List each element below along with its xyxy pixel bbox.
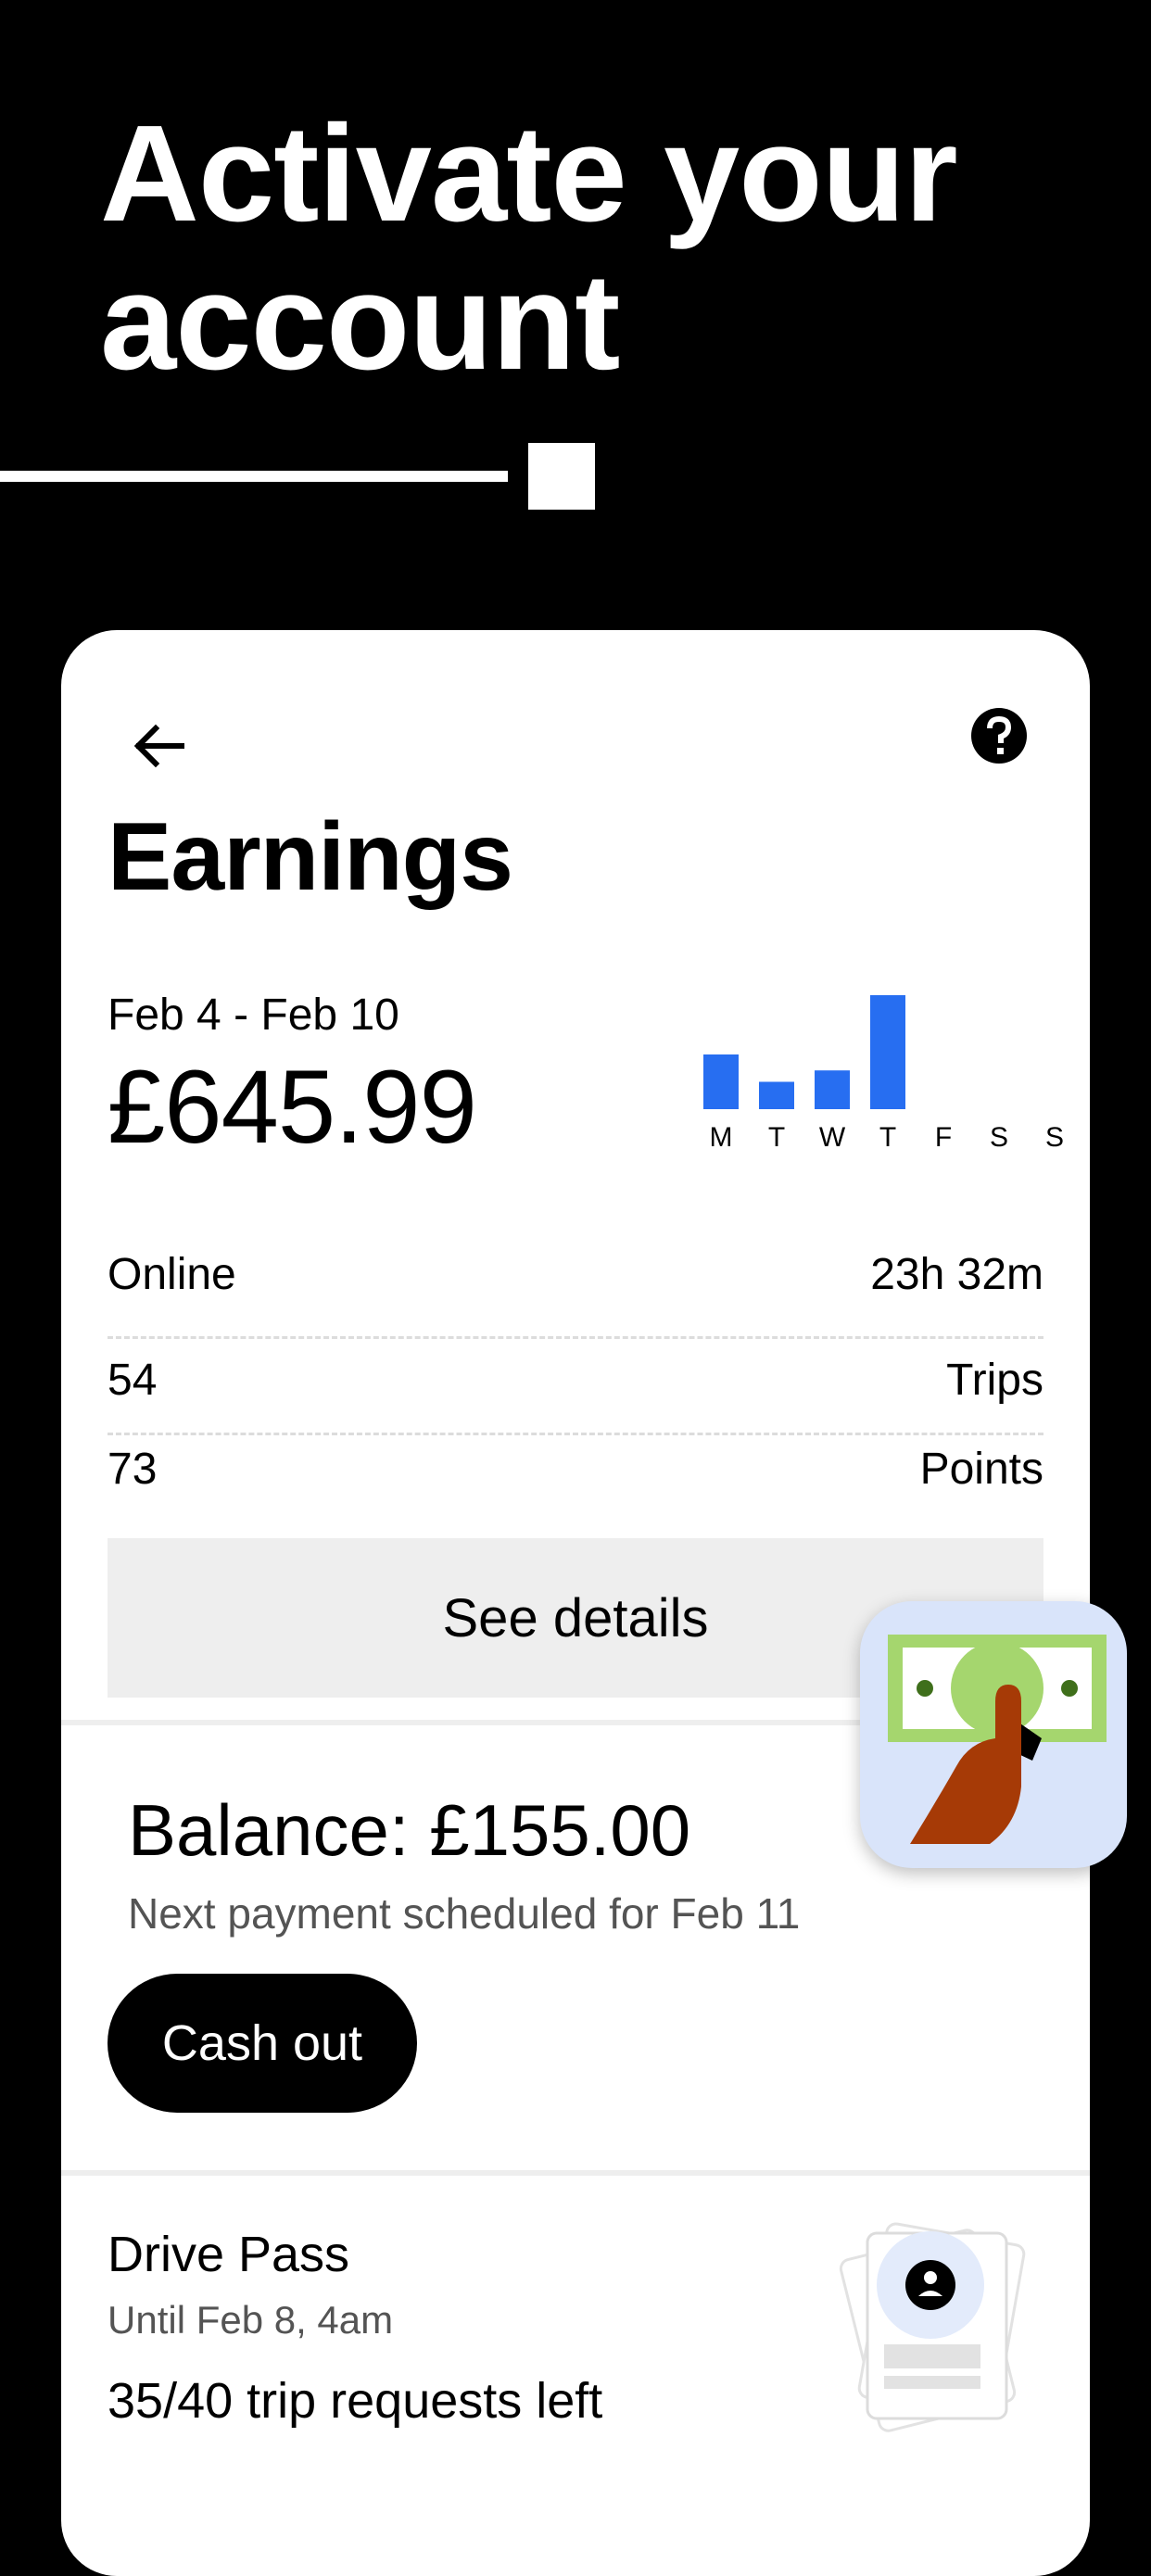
back-arrow-icon[interactable] <box>126 713 191 778</box>
drive-pass-title: Drive Pass <box>108 2227 350 2282</box>
stat-online-value: 23h 32m <box>870 1250 1043 1299</box>
divider <box>108 1433 1043 1435</box>
next-payment-text: Next payment scheduled for Feb 11 <box>128 1889 801 1938</box>
stat-points-value: 73 <box>108 1445 158 1494</box>
chart-bar-2 <box>815 1070 850 1109</box>
stat-online-label: Online <box>108 1250 236 1299</box>
hero-title: Activate your account <box>100 97 958 398</box>
money-hand-badge <box>860 1601 1127 1868</box>
stat-points-label: Points <box>919 1445 1043 1494</box>
stat-row-online: Online 23h 32m <box>108 1249 1043 1300</box>
stat-trips-label: Trips <box>946 1356 1043 1405</box>
divider <box>108 1336 1043 1339</box>
chart-day-label-0: M <box>710 1122 733 1149</box>
weekly-earnings-chart: MTWTFSS <box>703 995 1064 1149</box>
chart-day-label-5: S <box>990 1122 1008 1149</box>
chart-day-label-2: W <box>819 1122 846 1149</box>
stat-row-points: 73 Points <box>108 1444 1043 1495</box>
chart-day-label-6: S <box>1045 1122 1064 1149</box>
hero-title-line1: Activate your <box>100 97 958 250</box>
stat-row-trips: 54 Trips <box>108 1355 1043 1406</box>
chart-day-label-4: F <box>935 1122 952 1149</box>
page-title: Earnings <box>108 803 513 911</box>
drive-pass-until: Until Feb 8, 4am <box>108 2298 394 2342</box>
money-hand-icon <box>888 1635 1107 1844</box>
chart-bar-3 <box>870 995 905 1109</box>
hero-title-line2: account <box>100 246 620 398</box>
help-icon[interactable] <box>969 706 1029 765</box>
progress-indicator <box>528 443 595 510</box>
chart-day-label-3: T <box>879 1122 896 1149</box>
chart-day-label-1: T <box>768 1122 785 1149</box>
balance-title: Balance: £155.00 <box>128 1789 691 1871</box>
earnings-amount: £645.99 <box>108 1049 477 1165</box>
drive-pass-requests-left: 35/40 trip requests left <box>108 2373 603 2429</box>
chart-bar-1 <box>759 1081 794 1109</box>
progress-line <box>0 471 508 482</box>
section-divider <box>61 2170 1090 2176</box>
chart-bar-0 <box>703 1054 739 1109</box>
drive-pass-icon <box>839 2222 1026 2432</box>
cash-out-button[interactable]: Cash out <box>108 1974 417 2113</box>
stat-trips-value: 54 <box>108 1356 158 1405</box>
date-range: Feb 4 - Feb 10 <box>108 991 399 1040</box>
